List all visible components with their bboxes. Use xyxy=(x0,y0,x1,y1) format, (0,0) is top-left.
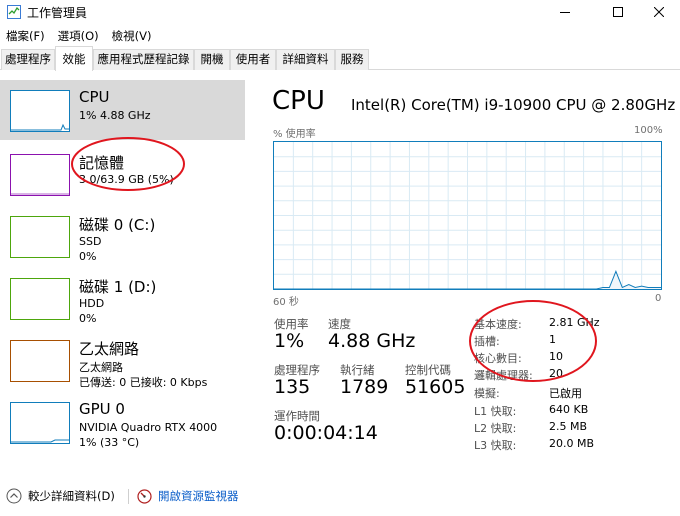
resource-detail: 乙太網路 xyxy=(79,361,123,374)
graph-y-max-label: 100% xyxy=(634,125,663,136)
cpu-usage-graph xyxy=(273,141,662,290)
graph-x-right-label: 0 xyxy=(655,293,662,304)
window-title: 工作管理員 xyxy=(27,6,88,20)
resource-monitor-icon xyxy=(137,488,152,504)
ethernet-thumbnail-graph xyxy=(10,340,70,382)
resource-usage: 0% xyxy=(79,250,97,263)
l2-cache-label: L2 快取: xyxy=(474,422,517,435)
footer-divider xyxy=(128,489,129,504)
handles-value: 51605 xyxy=(405,376,466,398)
l3-cache-label: L3 快取: xyxy=(474,439,517,452)
resource-name: 磁碟 1 (D:) xyxy=(79,278,157,296)
resource-name: 磁碟 0 (C:) xyxy=(79,216,156,234)
task-manager-icon xyxy=(7,5,21,19)
maximize-button[interactable] xyxy=(595,0,641,24)
resource-detail: 3.0/63.9 GB (5%) xyxy=(79,173,174,186)
virtualization-label: 模擬: xyxy=(474,387,500,400)
minimize-icon xyxy=(560,12,570,13)
memory-thumbnail-graph xyxy=(10,154,70,196)
logical-processors-label: 邏輯處理器: xyxy=(474,369,533,382)
resource-detail: NVIDIA Quadro RTX 4000 xyxy=(79,421,218,434)
tab-details[interactable]: 詳細資料 xyxy=(276,49,335,70)
resource-name: GPU 0 xyxy=(79,400,125,418)
open-resource-monitor-label: 開啟資源監視器 xyxy=(158,489,239,503)
resource-detail: 1% 4.88 GHz xyxy=(79,109,151,122)
l3-cache-value: 20.0 MB xyxy=(549,437,595,450)
tab-services[interactable]: 服務 xyxy=(335,49,369,70)
title-bar: 工作管理員 xyxy=(0,0,680,24)
sockets-value: 1 xyxy=(549,333,556,346)
minimize-button[interactable] xyxy=(542,0,588,24)
close-button[interactable] xyxy=(636,0,680,24)
menu-view[interactable]: 檢視(V) xyxy=(106,26,159,46)
cores-value: 10 xyxy=(549,350,563,363)
l1-cache-value: 640 KB xyxy=(549,403,589,416)
footer-bar: 較少詳細資料(D) 開啟資源監視器 xyxy=(0,484,680,508)
uptime-value: 0:00:04:14 xyxy=(274,422,378,444)
resource-detail: HDD xyxy=(79,297,105,310)
resource-list: CPU 1% 4.88 GHz 記憶體 3.0/63.9 GB (5%) 磁碟 … xyxy=(0,80,245,460)
detail-title: CPU xyxy=(272,86,325,116)
chevron-up-circle-icon xyxy=(6,488,22,504)
disk-0-thumbnail-graph xyxy=(10,216,70,258)
menu-file[interactable]: 檔案(F) xyxy=(0,26,52,46)
menu-options[interactable]: 選項(O) xyxy=(52,26,106,46)
tab-processes[interactable]: 處理程序 xyxy=(1,49,55,70)
resource-name: 記憶體 xyxy=(79,154,125,172)
open-resource-monitor-link[interactable]: 開啟資源監視器 xyxy=(137,488,239,504)
resource-usage: 0% xyxy=(79,312,97,325)
graph-y-label: % 使用率 xyxy=(273,129,316,140)
fewer-details-button[interactable]: 較少詳細資料(D) xyxy=(6,488,115,504)
maximize-icon xyxy=(613,7,623,17)
resource-item-disk-0[interactable]: 磁碟 0 (C:) SSD 0% xyxy=(0,206,245,266)
resource-item-cpu[interactable]: CPU 1% 4.88 GHz xyxy=(0,80,245,140)
resource-item-memory[interactable]: 記憶體 3.0/63.9 GB (5%) xyxy=(0,144,245,204)
cpu-model-name: Intel(R) Core(TM) i9-10900 CPU @ 2.80GHz xyxy=(351,96,676,114)
logical-processors-value: 20 xyxy=(549,367,563,380)
resource-item-disk-1[interactable]: 磁碟 1 (D:) HDD 0% xyxy=(0,268,245,328)
cpu-usage-graph-canvas xyxy=(274,142,661,289)
menu-bar: 檔案(F) 選項(O) 檢視(V) xyxy=(0,26,158,46)
resource-name: 乙太網路 xyxy=(79,340,140,358)
threads-value: 1789 xyxy=(340,376,389,398)
close-icon xyxy=(654,7,664,17)
sockets-label: 插槽: xyxy=(474,335,500,348)
resource-usage: 1% (33 °C) xyxy=(79,436,140,449)
resource-name: CPU xyxy=(79,88,110,106)
resource-item-ethernet[interactable]: 乙太網路 乙太網路 已傳送: 0 已接收: 0 Kbps xyxy=(0,330,245,390)
l2-cache-value: 2.5 MB xyxy=(549,420,588,433)
utilization-value: 1% xyxy=(274,330,305,352)
resource-detail: SSD xyxy=(79,235,102,248)
resource-usage: 已傳送: 0 已接收: 0 Kbps xyxy=(79,376,208,389)
speed-value: 4.88 GHz xyxy=(328,330,416,352)
processes-value: 135 xyxy=(274,376,311,398)
disk-1-thumbnail-graph xyxy=(10,278,70,320)
virtualization-value: 已啟用 xyxy=(549,387,582,400)
gpu-thumbnail-graph xyxy=(10,402,70,444)
graph-x-left-label: 60 秒 xyxy=(273,297,299,308)
tab-users[interactable]: 使用者 xyxy=(230,49,276,70)
base-speed-value: 2.81 GHz xyxy=(549,316,600,329)
tab-strip: 處理程序 效能 應用程式歷程記錄 開機 使用者 詳細資料 服務 xyxy=(0,46,680,71)
tab-startup[interactable]: 開機 xyxy=(194,49,230,70)
base-speed-label: 基本速度: xyxy=(474,318,522,331)
cores-label: 核心數目: xyxy=(474,352,522,365)
cpu-thumbnail-graph xyxy=(10,90,70,132)
fewer-details-label: 較少詳細資料(D) xyxy=(28,489,115,503)
tab-app-history[interactable]: 應用程式歷程記錄 xyxy=(93,49,194,70)
resource-item-gpu-0[interactable]: GPU 0 NVIDIA Quadro RTX 4000 1% (33 °C) xyxy=(0,392,245,452)
l1-cache-label: L1 快取: xyxy=(474,405,517,418)
tab-performance[interactable]: 效能 xyxy=(55,46,93,71)
